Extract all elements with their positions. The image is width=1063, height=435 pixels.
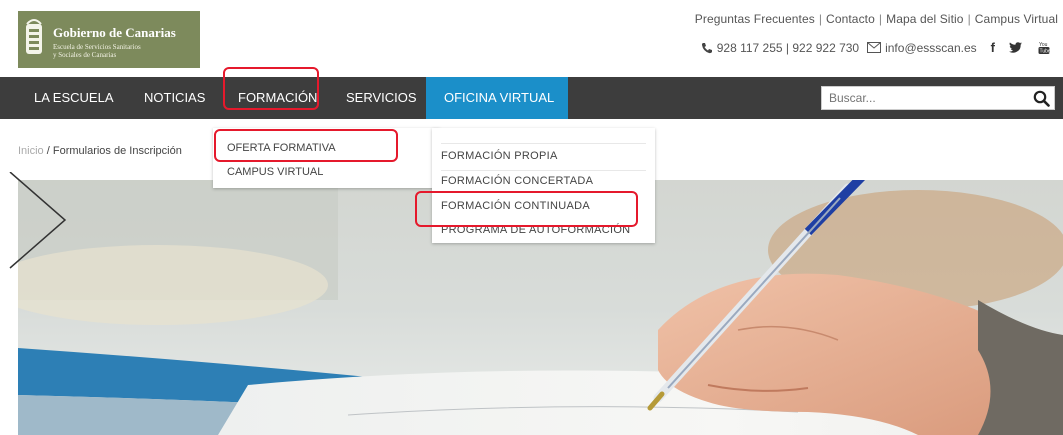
breadcrumb-separator: /: [43, 145, 53, 157]
logo-subtitle: Escuela de Servicios Sanitarios y Social…: [53, 43, 141, 59]
breadcrumb-current: Formularios de Inscripción: [52, 145, 182, 157]
top-links: Preguntas Frecuentes | Contacto | Mapa del S…: [695, 12, 1058, 26]
separator: |: [967, 12, 971, 26]
coat-of-arms-icon: [26, 19, 42, 54]
highlight-oferta-formativa: [214, 129, 398, 162]
menu-item-formacion-propia[interactable]: FORMACIÓN PROPIA: [441, 150, 558, 162]
search-icon[interactable]: [1033, 90, 1050, 107]
nav-oficina-virtual-label: OFICINA VIRTUAL: [444, 90, 555, 105]
search-box: [821, 86, 1055, 110]
separator: |: [818, 12, 823, 26]
divider: [441, 143, 646, 144]
contact-bar: 928 117 255 | 922 922 730 info@essscan.e…: [701, 40, 1054, 55]
link-sitemap[interactable]: Mapa del Sitio: [886, 12, 963, 26]
search-input[interactable]: [829, 88, 1019, 108]
nav-oficina-virtual[interactable]: OFICINA VIRTUAL: [426, 77, 568, 119]
logo-subtitle-line1: Escuela de Servicios Sanitarios: [53, 43, 141, 51]
link-contact[interactable]: Contacto: [826, 12, 875, 26]
logo-title: Gobierno de Canarias: [53, 25, 176, 40]
breadcrumb-home[interactable]: Inicio: [18, 145, 44, 157]
youtube-icon[interactable]: You Tube: [1038, 41, 1050, 55]
facebook-icon[interactable]: f: [991, 40, 995, 55]
breadcrumb: Inicio / Formularios de Inscripción: [18, 145, 182, 157]
highlight-formacion-continuada: [415, 191, 638, 227]
menu-item-campus-virtual[interactable]: CAMPUS VIRTUAL: [227, 166, 323, 178]
email-link[interactable]: info@essscan.es: [885, 41, 977, 55]
divider: [441, 170, 646, 171]
phone-numbers[interactable]: 928 117 255 | 922 922 730: [717, 41, 859, 55]
chevron-left-icon[interactable]: [0, 172, 72, 272]
nav-la-escuela[interactable]: LA ESCUELA: [34, 77, 114, 119]
menu-item-formacion-concertada[interactable]: FORMACIÓN CONCERTADA: [441, 175, 593, 187]
site-logo[interactable]: Gobierno de Canarias Escuela de Servicio…: [18, 11, 200, 68]
logo-subtitle-line2: y Sociales de Canarias: [53, 51, 117, 59]
mail-icon: [867, 42, 882, 53]
link-faq[interactable]: Preguntas Frecuentes: [695, 12, 815, 26]
separator: |: [878, 12, 883, 26]
highlight-formacion: [223, 67, 319, 110]
nav-servicios[interactable]: SERVICIOS: [346, 77, 417, 119]
svg-text:Tube: Tube: [1040, 48, 1051, 54]
twitter-icon[interactable]: [1009, 42, 1022, 53]
phone-icon: [701, 42, 712, 53]
nav-noticias[interactable]: NOTICIAS: [144, 77, 205, 119]
link-campus-virtual[interactable]: Campus Virtual: [975, 12, 1058, 26]
